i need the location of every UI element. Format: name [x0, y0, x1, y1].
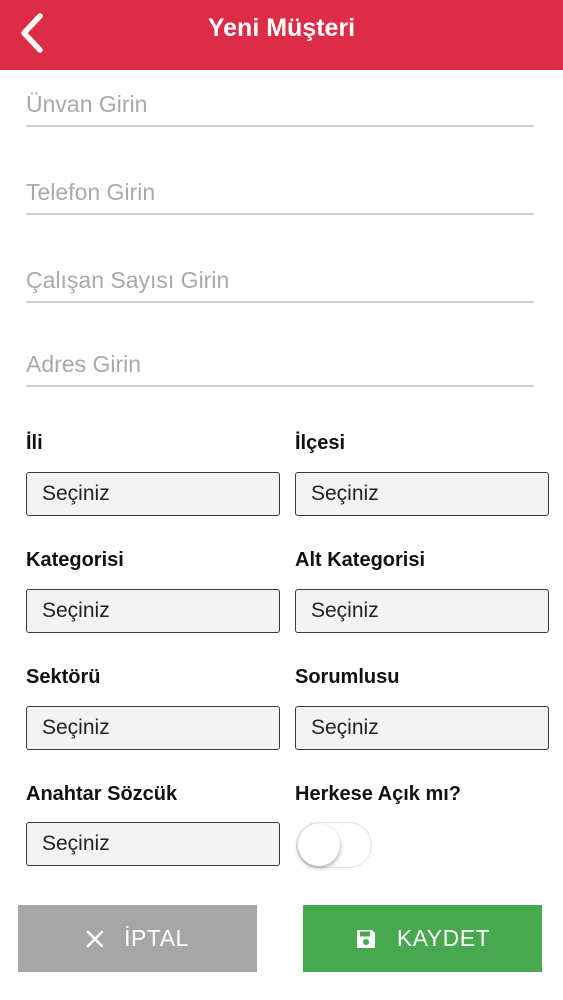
save-button[interactable]: KAYDET [303, 905, 542, 972]
floppy-disk-icon [355, 928, 377, 950]
alt-kategori-label: Alt Kategorisi [295, 549, 426, 571]
close-icon [86, 930, 104, 948]
anahtar-sozcuk-label: Anahtar Sözcük [26, 783, 178, 805]
app-header: Yeni Müşteri [0, 0, 563, 70]
kategori-label: Kategorisi [26, 549, 124, 571]
il-label: İli [26, 432, 43, 454]
cancel-button[interactable]: İPTAL [18, 905, 257, 972]
sektor-select[interactable]: Seçiniz [26, 706, 280, 750]
telefon-input[interactable] [26, 171, 534, 215]
herkese-acik-label: Herkese Açık mı? [295, 783, 462, 805]
calisan-sayisi-input[interactable] [26, 259, 534, 303]
anahtar-sozcuk-select[interactable]: Seçiniz [26, 822, 280, 866]
unvan-input[interactable] [26, 83, 534, 127]
ilce-select[interactable]: Seçiniz [295, 472, 549, 516]
cancel-button-label: İPTAL [124, 925, 189, 951]
adres-input[interactable] [26, 343, 534, 387]
save-button-label: KAYDET [396, 925, 491, 951]
sorumlu-label: Sorumlusu [295, 666, 400, 688]
alt-kategori-select[interactable]: Seçiniz [295, 589, 549, 633]
ilce-label: İlçesi [295, 432, 346, 454]
sorumlu-select[interactable]: Seçiniz [295, 706, 549, 750]
kategori-select[interactable]: Seçiniz [26, 589, 280, 633]
herkese-acik-toggle[interactable] [296, 822, 372, 868]
sektor-label: Sektörü [26, 666, 101, 688]
il-select[interactable]: Seçiniz [26, 472, 280, 516]
page-title: Yeni Müşteri [207, 14, 356, 42]
toggle-knob [298, 824, 340, 866]
